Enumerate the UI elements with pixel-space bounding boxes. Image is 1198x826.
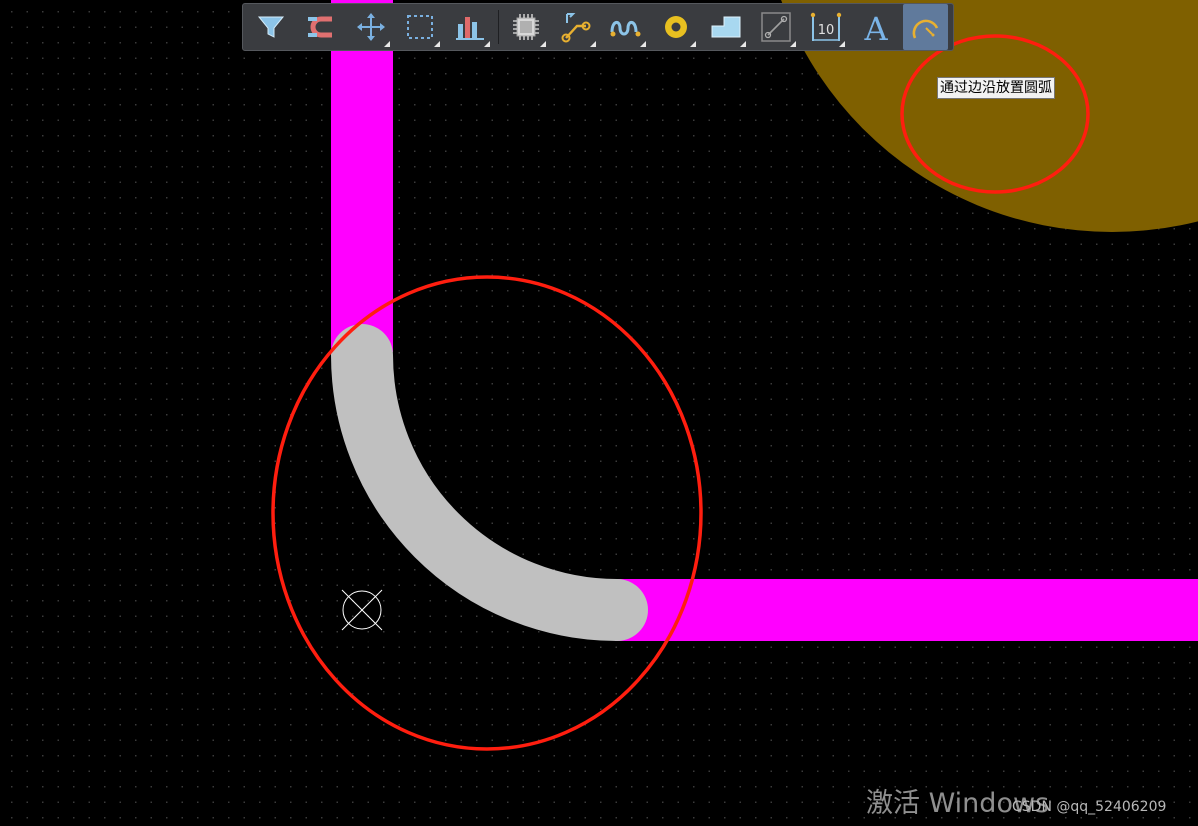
select-button[interactable] <box>398 4 443 50</box>
length-tuning-icon <box>610 21 641 37</box>
line-connection-icon <box>761 12 791 42</box>
submenu-indicator <box>739 41 746 47</box>
submenu-indicator <box>539 41 546 47</box>
move-button[interactable] <box>348 4 393 50</box>
arc-track-preview[interactable] <box>331 324 648 641</box>
component-button[interactable] <box>504 4 549 50</box>
text-icon-label: A <box>863 10 888 44</box>
polygon-button[interactable] <box>703 4 748 50</box>
align-icon <box>456 17 485 40</box>
track-vertical[interactable] <box>331 0 393 352</box>
submenu-indicator <box>589 41 596 47</box>
arc-icon <box>912 19 938 39</box>
submenu-indicator <box>434 41 441 47</box>
polygon-pour-icon <box>711 16 741 38</box>
text-icon: A <box>863 10 888 44</box>
csdn-credit: CSDN @qq_52406209 <box>1012 799 1167 815</box>
submenu-indicator <box>639 41 646 47</box>
submenu-indicator <box>384 41 391 47</box>
text-button[interactable]: A <box>853 4 898 50</box>
toolbar-separator <box>497 10 499 44</box>
interactive-routing-icon <box>561 13 591 43</box>
arc-center-marker <box>341 589 383 631</box>
pad-via-icon <box>665 16 688 38</box>
arc-button[interactable] <box>902 4 949 50</box>
dimension-button[interactable]: 10 <box>803 4 848 50</box>
move-icon <box>356 13 385 41</box>
snap-button[interactable] <box>298 4 343 50</box>
chip-icon <box>513 14 540 40</box>
submenu-indicator <box>789 41 796 47</box>
submenu-indicator <box>839 41 846 47</box>
dimension-icon-label: 10 <box>818 23 835 38</box>
magnet-icon <box>307 16 332 38</box>
filter-icon <box>257 16 284 38</box>
submenu-indicator <box>484 41 491 47</box>
track-horizontal[interactable] <box>615 579 1198 641</box>
route-button[interactable] <box>554 4 599 50</box>
dimension-icon: 10 <box>810 12 841 41</box>
connection-button[interactable] <box>753 4 798 50</box>
tune-length-button[interactable] <box>603 4 648 50</box>
via-button[interactable] <box>653 4 698 50</box>
pcb-scene <box>271 0 1198 751</box>
align-button[interactable] <box>448 4 493 50</box>
tooltip: 通过边沿放置圆弧 <box>937 77 1055 99</box>
submenu-indicator <box>689 41 696 47</box>
selection-rect-icon <box>407 15 434 39</box>
active-bar-toolbar: 10 A <box>242 3 954 51</box>
filter-button[interactable] <box>248 4 293 50</box>
